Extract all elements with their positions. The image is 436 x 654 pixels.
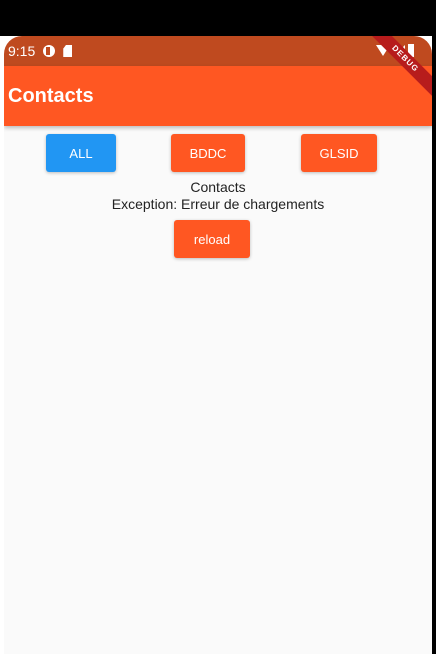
all-filter-button[interactable]: ALL bbox=[46, 134, 116, 172]
screen-top-bezel bbox=[0, 0, 436, 36]
app-bar: Contacts bbox=[4, 66, 432, 126]
status-time: 9:15 bbox=[8, 43, 36, 59]
reload-button[interactable]: reload bbox=[174, 220, 250, 258]
error-message: Exception: Erreur de chargements bbox=[111, 196, 325, 212]
bddc-filter-button[interactable]: BDDC bbox=[171, 134, 245, 172]
screen-right-bezel bbox=[432, 36, 436, 654]
sd-card-icon bbox=[63, 45, 73, 57]
app-title: Contacts bbox=[8, 84, 94, 107]
glsid-filter-button[interactable]: GLSID bbox=[301, 134, 377, 172]
status-bar: 9:15 bbox=[4, 36, 432, 66]
contacts-heading: Contacts bbox=[190, 179, 246, 195]
app-screen: 9:15 Contacts DEBUG ALL BDDC GLSID Conta… bbox=[4, 36, 432, 654]
data-saver-icon bbox=[43, 45, 56, 57]
